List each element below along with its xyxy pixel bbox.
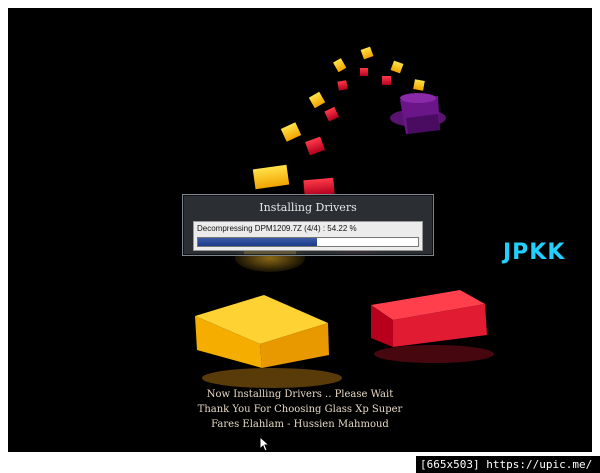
image-size-footer: [665x503] https://upic.me/ <box>416 456 600 473</box>
boot-screen: Installing Drivers Decompressing DPM1209… <box>8 8 592 452</box>
small-cube <box>280 122 302 142</box>
progress-bar <box>197 237 419 247</box>
cursor-arrow-icon <box>259 436 271 452</box>
installing-drivers-dialog: Installing Drivers Decompressing DPM1209… <box>182 194 434 256</box>
small-cube <box>360 68 368 76</box>
small-cube <box>360 46 374 60</box>
credit-line-3: Fares Elahlam - Hussien Mahmoud <box>211 419 389 430</box>
jpkk-watermark: JPKK <box>503 240 566 265</box>
progress-status-text: Decompressing DPM1209.7Z (4/4) : 54.22 % <box>197 224 357 233</box>
small-cube <box>382 76 391 85</box>
big-yellow-cube <box>195 295 342 388</box>
small-cube <box>324 106 339 122</box>
credit-line-2: Thank You For Choosing Glass Xp Super <box>197 404 403 415</box>
dialog-title: Installing Drivers <box>259 201 357 214</box>
small-cube <box>390 60 404 74</box>
wizard-hat-icon <box>390 93 446 134</box>
small-cube <box>308 91 326 109</box>
progress-panel: Decompressing DPM1209.7Z (4/4) : 54.22 % <box>193 221 423 251</box>
small-cube <box>337 80 348 91</box>
progress-bar-fill <box>198 238 318 246</box>
yellow-cube-mid <box>252 164 290 190</box>
small-cube <box>305 136 325 156</box>
small-cube <box>333 58 347 73</box>
big-red-cube <box>371 290 494 363</box>
credit-line-1: Now Installing Drivers .. Please Wait <box>206 389 394 400</box>
small-cube <box>413 79 425 91</box>
